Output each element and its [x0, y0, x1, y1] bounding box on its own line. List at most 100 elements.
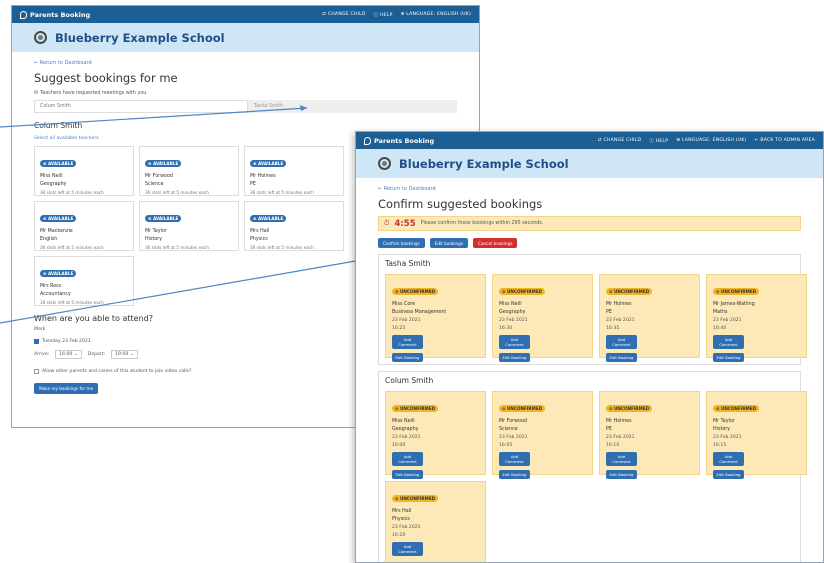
return-to-dashboard-link[interactable]: ← Return to Dashboard [378, 186, 801, 192]
note-text: Teachers have requested meetings with yo… [40, 90, 148, 96]
unconfirmed-badge-label: UNCONFIRMED [399, 496, 436, 501]
booking-card: ⊘ UNCONFIRMED Mrs Hall Physics 23 Feb 20… [385, 481, 486, 562]
arrive-select[interactable]: 16:00 ⌄ [55, 350, 82, 359]
unconfirmed-badge: ⊘ UNCONFIRMED [499, 405, 546, 412]
child-tab-tasha[interactable]: Tasha Smith [248, 104, 283, 109]
slots-info: 36 slots left at 5 minutes each [250, 190, 314, 195]
slots-info: 36 slots left at 5 minutes each [250, 245, 314, 250]
teacher-name: Mrs Hall [392, 509, 412, 514]
edit-booking-button[interactable]: Edit Booking [392, 353, 423, 362]
app-name: Parents Booking [30, 10, 91, 19]
booking-date: 23 Feb 2021 [713, 318, 742, 323]
add-comment-button[interactable]: Add Comment [499, 452, 530, 466]
make-bookings-button[interactable]: Make my bookings for me [34, 383, 99, 394]
nav-language[interactable]: ⊕ LANGUAGE: ENGLISH (UK) [401, 12, 471, 18]
teacher-name: Miss Neill [499, 302, 522, 307]
slots-info: 36 slots left at 5 minutes each [40, 190, 104, 195]
edit-booking-button[interactable]: Edit Booking [713, 470, 744, 479]
subject-name: PE [250, 182, 256, 187]
parents-booking-logo-icon [20, 10, 27, 19]
app-brand[interactable]: Parents Booking [364, 136, 435, 145]
slots-info: 36 slots left at 5 minutes each [145, 190, 209, 195]
booking-card: ⊘ UNCONFIRMED Miss Neill Geography 23 Fe… [385, 391, 486, 479]
available-badge: ⊕ AVAILABLE [250, 160, 287, 167]
teacher-card[interactable]: ⊕ AVAILABLE Mr Forwood Science 36 slots … [139, 146, 239, 196]
available-badge-label: AVAILABLE [257, 216, 284, 221]
subject-name: Physics [392, 517, 410, 522]
available-badge: ⊕ AVAILABLE [40, 160, 77, 167]
booking-date: 23 Feb 2021 [499, 435, 528, 440]
available-badge: ⊕ AVAILABLE [145, 215, 182, 222]
video-call-checkbox[interactable] [34, 369, 39, 374]
slots-info: 36 slots left at 5 minutes each [40, 245, 104, 250]
subject-name: Physics [250, 237, 268, 242]
attend-date-label: Tuesday 23 Feb 2021 [42, 339, 91, 344]
cancel-bookings-button[interactable]: Cancel bookings [473, 238, 518, 248]
nav-back-to-admin[interactable]: ← BACK TO ADMIN AREA [755, 138, 815, 144]
add-comment-button[interactable]: Add Comment [713, 335, 744, 349]
edit-booking-button[interactable]: Edit Booking [499, 470, 530, 479]
top-navigation-bar: Parents Booking ⇄ CHANGE CHILD ⓘ HELP ⊕ … [12, 6, 479, 23]
add-comment-button[interactable]: Add Comment [713, 452, 744, 466]
nav-help[interactable]: ⓘ HELP [649, 138, 668, 144]
child-tab-colum[interactable]: Colum Smith [34, 100, 248, 113]
app-name: Parents Booking [374, 136, 435, 145]
add-comment-button[interactable]: Add Comment [392, 452, 423, 466]
booking-date: 23 Feb 2021 [499, 318, 528, 323]
edit-booking-button[interactable]: Edit Booking [606, 353, 637, 362]
confirm-bookings-window: Parents Booking ⇄ CHANGE CHILD ⓘ HELP ⊕ … [355, 131, 824, 563]
nav-change-child[interactable]: ⇄ CHANGE CHILD [598, 138, 641, 144]
booking-time: 16:15 [713, 443, 727, 448]
teacher-card[interactable]: ⊕ AVAILABLE Mrs Ross Accountancy 36 slot… [34, 256, 134, 306]
nav-change-child-label: CHANGE CHILD [603, 137, 642, 143]
teacher-card[interactable]: ⊕ AVAILABLE Mr Mackenzie English 36 slot… [34, 201, 134, 251]
subject-name: PE [606, 310, 612, 315]
teacher-card[interactable]: ⊕ AVAILABLE Mrs Hall Physics 36 slots le… [244, 201, 344, 251]
add-comment-button[interactable]: Add Comment [392, 542, 423, 556]
teacher-name: Mr Taylor [145, 229, 167, 234]
available-badge-label: AVAILABLE [47, 161, 74, 166]
unconfirmed-badge-label: UNCONFIRMED [506, 289, 543, 294]
available-badge: ⊕ AVAILABLE [40, 215, 77, 222]
teacher-name: Miss Core [392, 302, 416, 307]
add-comment-button[interactable]: Add Comment [606, 452, 637, 466]
nav-language[interactable]: ⊕ LANGUAGE: ENGLISH (UK) [676, 138, 746, 144]
add-comment-button[interactable]: Add Comment [606, 335, 637, 349]
edit-booking-button[interactable]: Edit Booking [713, 353, 744, 362]
teacher-name: Mr James-Watling [713, 302, 755, 307]
attend-date-checkbox[interactable] [34, 339, 39, 344]
add-comment-button[interactable]: Add Comment [392, 335, 423, 349]
teacher-card[interactable]: ⊕ AVAILABLE Miss Neill Geography 36 slot… [34, 146, 134, 196]
megaphone-icon: ✉ [34, 90, 39, 96]
nav-help-label: HELP [655, 138, 669, 144]
teacher-card[interactable]: ⊕ AVAILABLE Mr Holmes PE 36 slots left a… [244, 146, 344, 196]
nav-language-label: LANGUAGE: ENGLISH (UK) [681, 137, 747, 143]
nav-language-label: LANGUAGE: ENGLISH (UK) [406, 11, 471, 17]
student-name: Tasha Smith [385, 259, 431, 268]
nav-help[interactable]: ⓘ HELP [374, 12, 393, 18]
unconfirmed-badge-label: UNCONFIRMED [613, 289, 650, 294]
depart-select[interactable]: 19:00 ⌄ [111, 350, 138, 359]
edit-bookings-button[interactable]: Edit bookings [429, 238, 469, 248]
school-name: Blueberry Example School [55, 30, 225, 45]
unconfirmed-badge: ⊘ UNCONFIRMED [392, 405, 439, 412]
subject-name: Geography [392, 427, 419, 432]
confirm-bookings-button[interactable]: Confirm bookings [378, 238, 425, 248]
edit-booking-button[interactable]: Edit Booking [499, 353, 530, 362]
nav-change-child-label: CHANGE CHILD [327, 11, 366, 17]
add-comment-button[interactable]: Add Comment [499, 335, 530, 349]
unconfirmed-badge-label: UNCONFIRMED [399, 289, 436, 294]
page-title: Confirm suggested bookings [378, 197, 543, 211]
return-to-dashboard-link[interactable]: ← Return to Dashboard [34, 60, 457, 66]
nav-change-child[interactable]: ⇄ CHANGE CHILD [322, 12, 365, 18]
booking-card: ⊘ UNCONFIRMED Miss Neill Geography 23 Fe… [492, 274, 593, 362]
edit-booking-button[interactable]: Edit Booking [606, 470, 637, 479]
return-link-label: Return to Dashboard [383, 186, 436, 192]
teacher-name: Mr Forwood [499, 419, 527, 424]
teacher-card[interactable]: ⊕ AVAILABLE Mr Taylor History 36 slots l… [139, 201, 239, 251]
unconfirmed-badge: ⊘ UNCONFIRMED [713, 288, 760, 295]
edit-booking-button[interactable]: Edit Booking [392, 470, 423, 479]
teacher-name: Miss Neill [392, 419, 415, 424]
subject-name: Geography [499, 310, 526, 315]
app-brand[interactable]: Parents Booking [20, 10, 91, 19]
